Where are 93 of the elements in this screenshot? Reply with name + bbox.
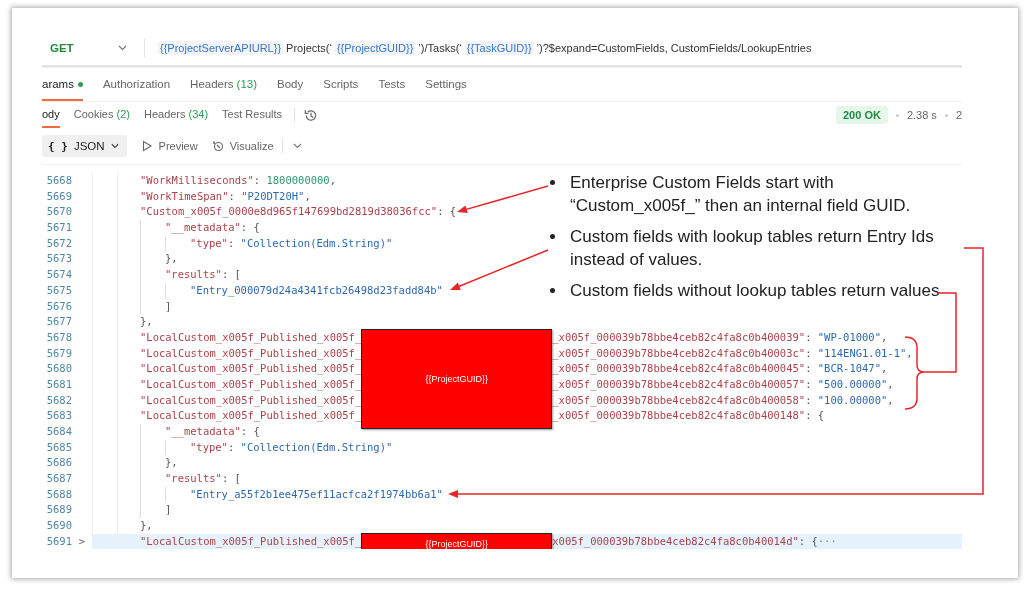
note-text: Custom fields without lookup tables return values <box>570 280 940 302</box>
variable-tag[interactable]: {{ProjectGUID}} <box>334 41 416 55</box>
preview-button[interactable]: Preview <box>140 140 198 152</box>
code-line: "type": "Collection(Edm.String)" <box>190 439 393 455</box>
line-number: 5689 <box>45 502 72 518</box>
code-line: _x005f_000039b78bbe4ceb82c4fa8c0b40003c": "114ENG1.01-1", <box>552 345 913 362</box>
expand-toggle[interactable]: > <box>78 534 86 547</box>
code-line: "WorkTimeSpan": "P20DT20H", <box>140 188 311 204</box>
request-tab[interactable]: arams <box>42 67 83 101</box>
code-line: "results": [ <box>165 471 241 487</box>
history-icon[interactable] <box>303 107 318 123</box>
note-text: Custom fields with lookup tables return Entry Ids instead of values. <box>570 226 935 271</box>
code-line: _x005f_000039b78bbe4ceb82c4fa8c0b400058": "100.00000", <box>552 392 894 409</box>
request-tab[interactable]: Headers (13) <box>190 67 257 101</box>
response-tab[interactable]: ody <box>42 102 60 128</box>
line-number: 5684 <box>45 424 72 439</box>
bullet-icon <box>550 288 555 293</box>
line-number: 5680 <box>45 361 72 377</box>
bullet-icon <box>550 180 555 185</box>
code-line: "LocalCustom_x005f_Published_x005f_ <box>140 329 362 346</box>
response-tab[interactable]: Test Results <box>222 102 282 128</box>
code-line: "__metadata": { <box>165 220 260 236</box>
line-number: 5675 <box>45 282 72 298</box>
variable-tag[interactable]: {{ProjectServerAPIURL}} <box>158 41 284 55</box>
response-size: 2 <box>955 109 962 121</box>
line-number: 5681 <box>45 376 72 392</box>
request-tab[interactable]: Scripts <box>323 67 359 101</box>
request-tab[interactable]: Authorization <box>102 67 171 101</box>
line-number: 5688 <box>45 486 72 502</box>
code-line: "LocalCustom_x005f_Published_x005f_ <box>140 361 362 377</box>
request-tab[interactable]: Settings <box>425 67 467 101</box>
code-line: "__metadata": { <box>165 424 260 440</box>
line-number: 5683 <box>45 408 72 424</box>
response-tab[interactable]: Cookies (2) <box>73 102 130 128</box>
redaction-label: {{ProjectGUID}} <box>425 374 489 384</box>
code-line: _x005f_000039b78bbe4ceb82c4fa8c0b400057": "500.00000", <box>552 376 894 393</box>
line-number: 5672 <box>45 235 72 251</box>
code-line: x005f_000039b78bbe4ceb82c4fa8c0b40014d": {··· <box>552 533 837 549</box>
code-line: "Entry_000079d24a4341fcb26498d23fadd84b" <box>190 282 443 299</box>
response-time: 2.38 s <box>906 109 937 121</box>
note-text: Enterprise Custom Fields start with “Custom_x005f_” then an internal field GUID. <box>570 172 912 217</box>
line-number: 5668 <box>45 173 72 188</box>
status-badge: 200 OK <box>836 106 888 124</box>
line-number: 5673 <box>45 251 72 267</box>
line-number: 5676 <box>45 298 72 314</box>
code-line: }, <box>140 518 153 534</box>
url-text: Projects(‘ <box>286 42 332 54</box>
url-text: ’)?$expand=CustomFields, CustomFields/LookupEntries <box>536 42 812 54</box>
code-line: }, <box>140 314 153 330</box>
request-tab[interactable]: Tests <box>378 67 406 101</box>
code-line: "Custom_x005f_0000e8d965f147699bd2819d38036fcc": { <box>140 204 457 220</box>
line-number: 5679 <box>45 345 72 361</box>
chevron-down-icon <box>110 143 119 149</box>
line-number: 5687 <box>45 471 72 487</box>
code-line: "Entry_a55f2b1ee475ef11acfca2f1974bb6a1" <box>190 486 443 503</box>
code-line: _x005f_000039b78bbe4ceb82c4fa8c0b400045": "BCR-1047", <box>552 361 888 377</box>
chevron-down-icon[interactable] <box>292 143 302 149</box>
code-line: }, <box>165 455 178 471</box>
line-number: 5674 <box>45 267 72 283</box>
code-line: "LocalCustom_x005f_Published_x005f_ <box>140 345 362 362</box>
code-line: "LocalCustom_x005f_Published_x005f_ <box>140 533 362 549</box>
chevron-down-icon[interactable] <box>118 45 127 51</box>
code-line: _x005f_000039b78bbe4ceb82c4fa8c0b400039": "WP-01000", <box>552 329 888 346</box>
format-dropdown[interactable]: { } JSON <box>42 135 127 157</box>
url-text: ’)/Tasks(‘ <box>418 42 462 54</box>
request-tab[interactable]: Body <box>277 67 304 101</box>
line-number: 5678 <box>45 329 72 345</box>
line-number: 5690 <box>45 518 72 534</box>
code-line: }, <box>165 251 178 267</box>
response-tab[interactable]: Headers (34) <box>143 102 209 128</box>
line-number: 5677 <box>45 314 72 330</box>
code-line: "LocalCustom_x005f_Published_x005f_ <box>140 392 362 409</box>
code-line: "results": [ <box>165 267 241 283</box>
line-number: 5685 <box>45 439 72 455</box>
play-icon <box>140 140 153 152</box>
line-number: 5671 <box>45 220 72 236</box>
visualize-button[interactable]: Visualize <box>211 140 274 152</box>
code-line: "type": "Collection(Edm.String)" <box>190 235 393 251</box>
variable-tag[interactable]: {{TaskGUID}} <box>464 41 534 55</box>
line-number: 5682 <box>45 392 72 408</box>
code-line: "LocalCustom_x005f_Published_x005f_ <box>140 376 362 393</box>
method-dropdown[interactable]: GET <box>50 42 88 54</box>
redaction-label: {{ProjectGUID}} <box>425 539 489 549</box>
bullet-icon <box>550 234 555 239</box>
code-line: "LocalCustom_x005f_Published_x005f_ <box>140 408 362 424</box>
code-line: _x005f_000039b78bbe4ceb82c4fa8c0b400148": { <box>552 408 825 424</box>
code-line: ] <box>165 502 172 518</box>
code-line: "WorkMilliseconds": 1800000000, <box>140 173 336 188</box>
code-line: ] <box>165 298 172 314</box>
line-number: 5670 <box>45 204 72 220</box>
line-number: 5691 <box>45 533 72 549</box>
line-number: 5669 <box>45 188 72 204</box>
line-number: 5686 <box>45 455 72 471</box>
